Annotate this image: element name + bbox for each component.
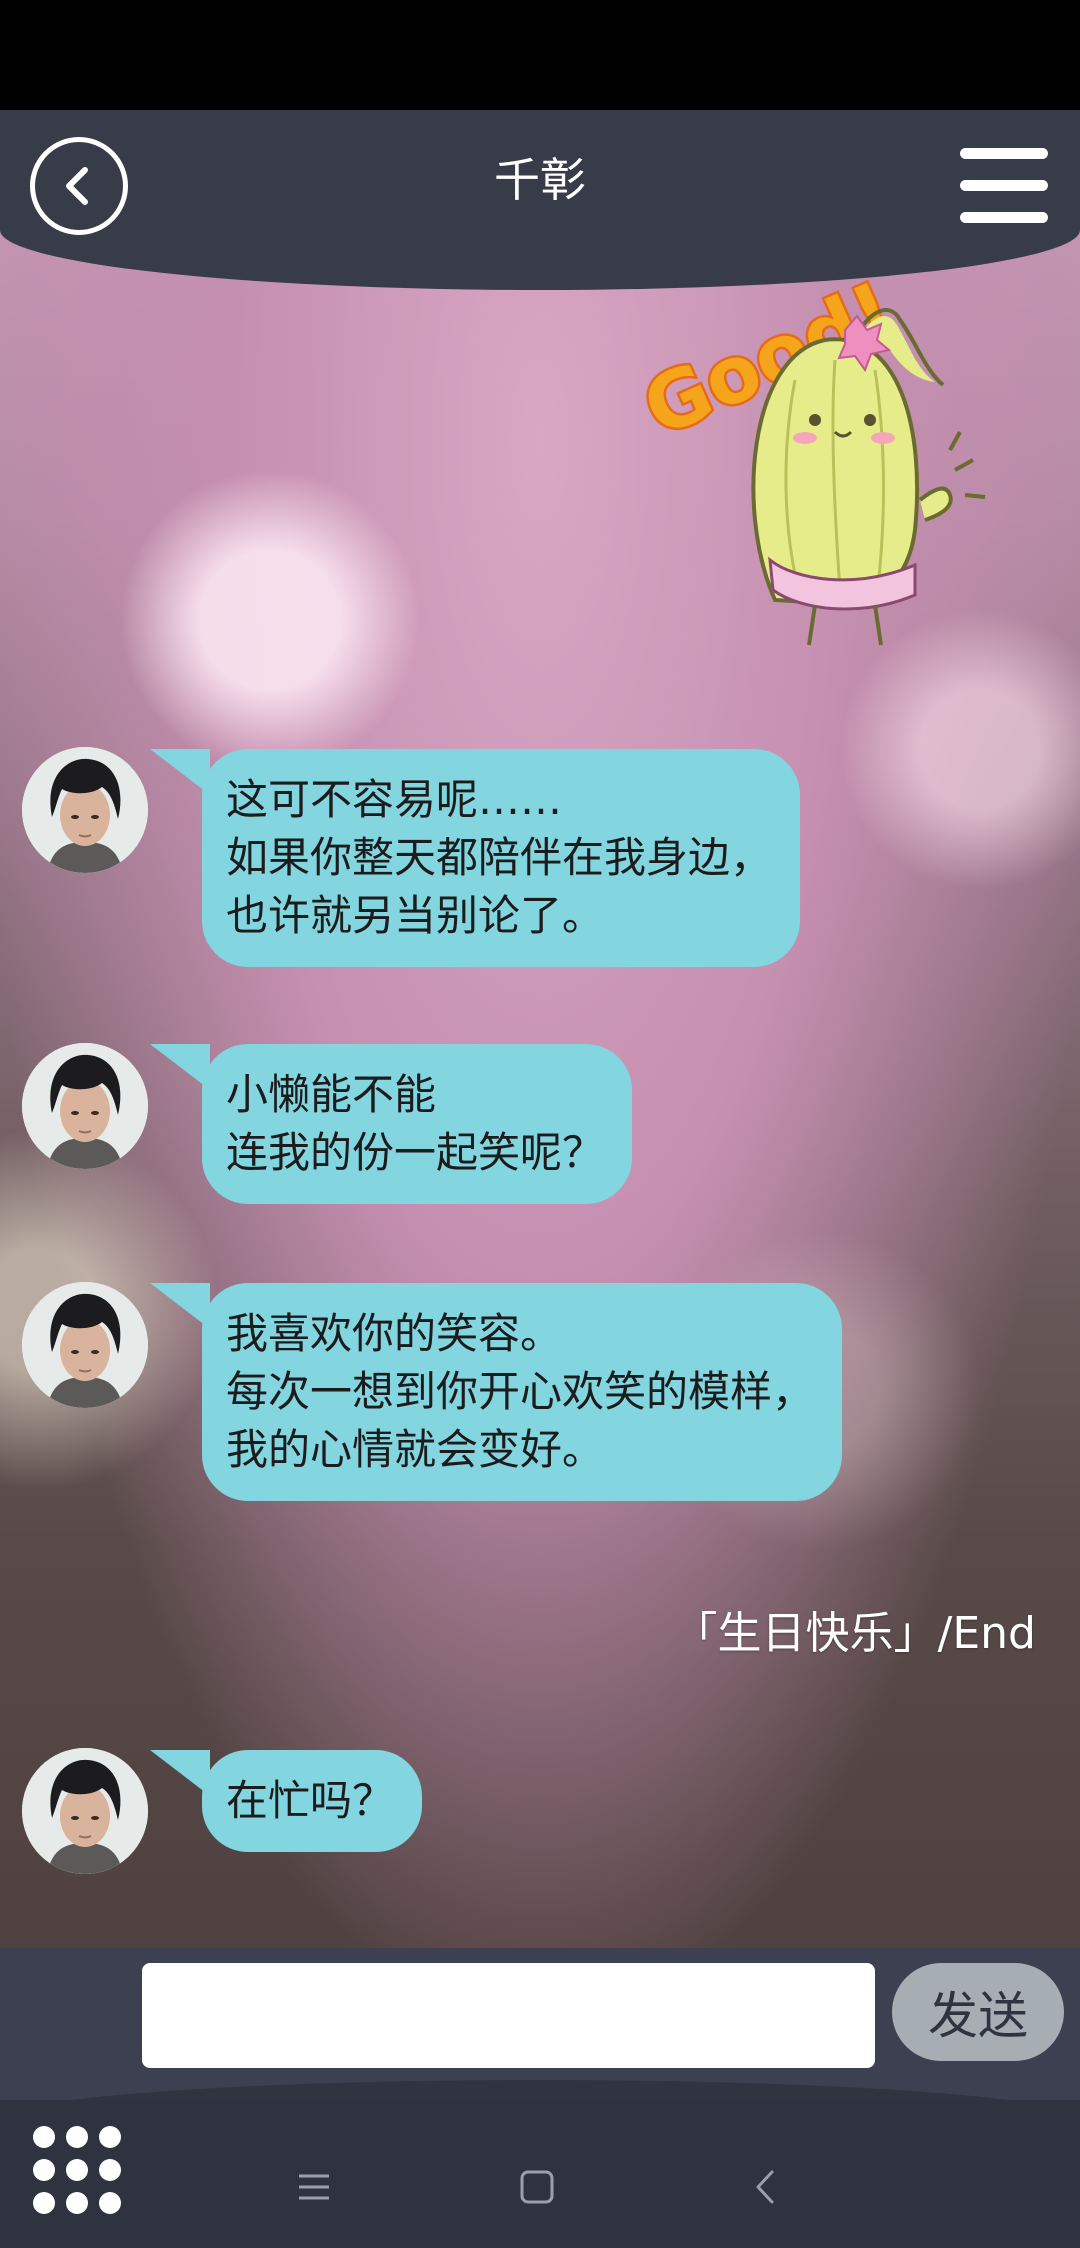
avatar-portrait-icon <box>22 1748 148 1874</box>
menu-icon-bar <box>960 180 1048 191</box>
message-line: 每次一想到你开心欢笑的模样， <box>226 1367 815 1416</box>
avatar-portrait-icon <box>22 1282 148 1408</box>
grid-dot <box>33 2159 55 2181</box>
grid-dot <box>66 2126 88 2148</box>
message-bubble: 这可不容易呢…… 如果你整天都陪伴在我身边， 也许就另当别论了。 <box>150 749 801 967</box>
avatar[interactable] <box>22 1748 148 1874</box>
grid-dot <box>66 2192 88 2214</box>
back-nav-button[interactable] <box>740 2162 790 2212</box>
message-line: 小懒能不能 <box>226 1070 437 1119</box>
event-end-label: 「生日快乐」/End <box>673 1608 1036 1659</box>
message-bubble: 在忙吗？ <box>150 1750 423 1852</box>
back-chevron-icon <box>756 2170 774 2204</box>
avatar-portrait-icon <box>22 747 148 873</box>
avatar[interactable] <box>22 747 148 873</box>
send-button[interactable]: 发送 <box>892 1963 1064 2061</box>
avatar[interactable] <box>22 1282 148 1408</box>
status-bar <box>0 0 1080 110</box>
message-bubble: 我喜欢你的笑容。 每次一想到你开心欢笑的模样， 我的心情就会变好。 <box>150 1283 843 1501</box>
cactus-sticker-icon: Good! <box>629 263 986 646</box>
message-line: 连我的份一起笑呢？ <box>226 1128 605 1177</box>
avatar-portrait-icon <box>22 1043 148 1169</box>
message-bubble: 小懒能不能 连我的份一起笑呢？ <box>150 1044 633 1204</box>
home-nav-button[interactable] <box>512 2162 562 2212</box>
menu-icon-bar <box>960 212 1048 223</box>
menu-icon-bar <box>960 148 1048 159</box>
message-line: 我喜欢你的笑容。 <box>226 1309 563 1358</box>
grid-dot <box>99 2126 121 2148</box>
back-button[interactable] <box>30 137 128 235</box>
avatar[interactable] <box>22 1043 148 1169</box>
grid-dot <box>66 2159 88 2181</box>
apps-grid-icon[interactable] <box>33 2126 121 2214</box>
message-line: 也许就另当别论了。 <box>226 891 605 940</box>
grid-dot <box>99 2192 121 2214</box>
recents-icon <box>299 2174 329 2200</box>
menu-button[interactable] <box>960 148 1048 224</box>
message-input[interactable] <box>142 1963 875 2068</box>
page-title: 千彰 <box>494 153 586 207</box>
message-line: 这可不容易呢…… <box>226 775 563 824</box>
grid-dot <box>99 2159 121 2181</box>
back-arrow-icon <box>66 167 88 205</box>
good-cactus-sticker: Good! <box>625 260 1000 655</box>
recents-nav-button[interactable] <box>289 2162 339 2212</box>
home-icon <box>520 2170 554 2204</box>
message-line: 在忙吗？ <box>226 1776 395 1825</box>
grid-dot <box>33 2192 55 2214</box>
grid-dot <box>33 2126 55 2148</box>
message-line: 如果你整天都陪伴在我身边， <box>226 833 773 882</box>
message-line: 我的心情就会变好。 <box>226 1425 605 1474</box>
